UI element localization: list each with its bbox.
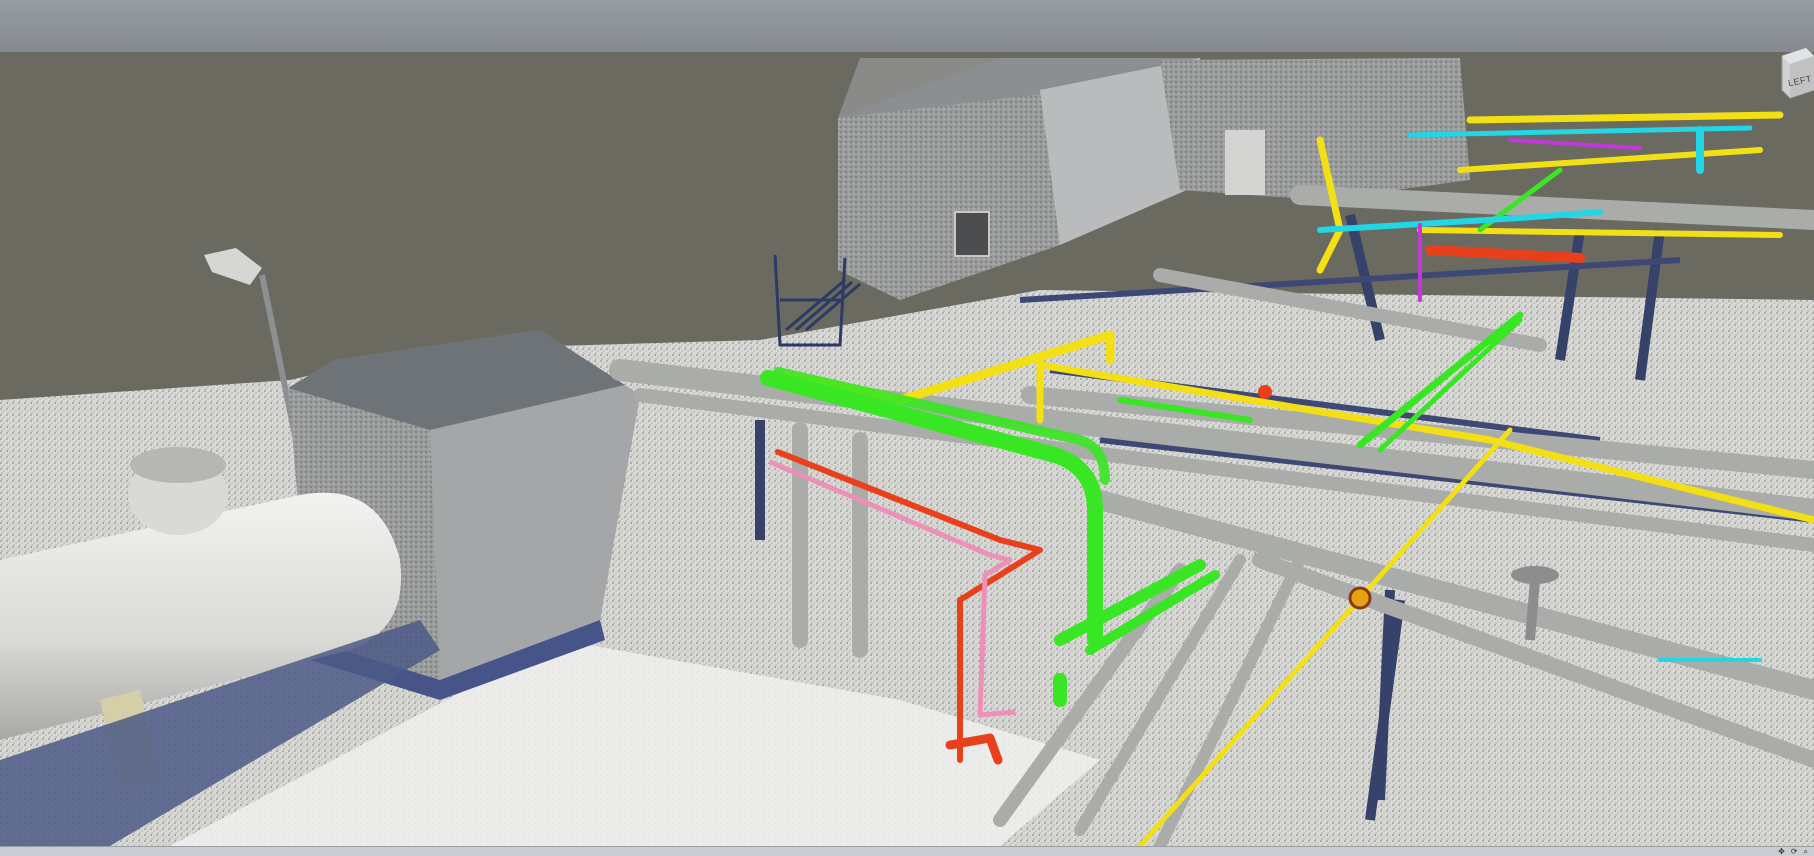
sky — [0, 0, 1814, 52]
point-cloud-scene[interactable] — [0, 0, 1814, 846]
pan-icon[interactable]: ✥ — [1778, 847, 1785, 856]
point-cloud-viewport[interactable]: LEFT ✥ ⟳ ⌕ — [0, 0, 1814, 856]
viewcube[interactable]: LEFT — [1774, 46, 1814, 102]
orbit-icon[interactable]: ⟳ — [1791, 847, 1798, 856]
building-window — [954, 211, 990, 257]
building-rear-right — [1160, 58, 1470, 200]
status-bar: ✥ ⟳ ⌕ — [0, 846, 1814, 856]
navigation-tools: ✥ ⟳ ⌕ — [1778, 847, 1808, 856]
zoom-icon[interactable]: ⌕ — [1804, 847, 1808, 856]
